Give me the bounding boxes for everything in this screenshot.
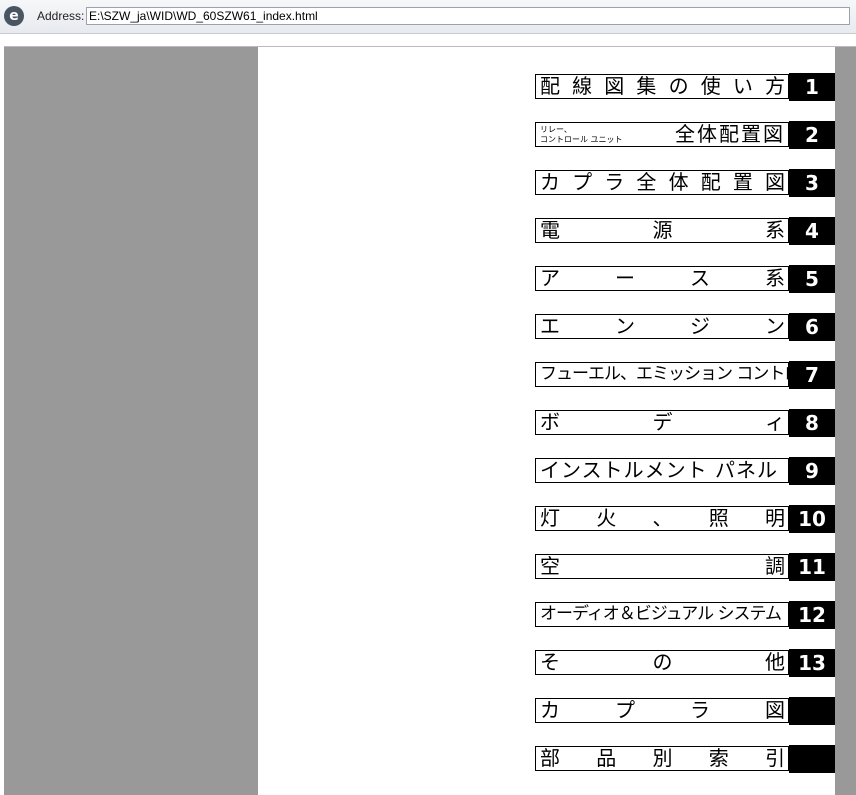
index-label-box: その他 <box>535 650 789 675</box>
index-label-box: 配線図集の使い方 <box>535 74 789 99</box>
index-label-box: ボディ <box>535 410 789 435</box>
index-label: カプラ全体配置図 <box>540 170 785 194</box>
index-tab-number[interactable]: 10 <box>789 505 835 533</box>
index-label-box: アース系 <box>535 266 789 291</box>
index-tab-number[interactable]: 11 <box>789 553 835 581</box>
index-tab-number[interactable]: 13 <box>789 649 835 677</box>
index-label-box: 電源系 <box>535 218 789 243</box>
index-tab-number[interactable]: 6 <box>789 313 835 341</box>
index-label: 灯火、照明 <box>540 506 785 530</box>
index-item-relay-layout[interactable]: リレー、 コントロール ユニット 全体配置図 2 <box>535 121 835 149</box>
index-label-box: インストルメント パネル <box>535 458 789 483</box>
index-tab-number[interactable]: 7 <box>789 361 835 389</box>
index-tab-blank[interactable] <box>789 697 835 725</box>
index-label: エンジン <box>540 314 785 338</box>
index-label: 配線図集の使い方 <box>540 74 785 98</box>
ie-browser-icon[interactable]: e <box>4 6 24 26</box>
index-item-fuel-emission[interactable]: フューエル、エミッション コントロール 7 <box>535 361 835 389</box>
index-label: 電源系 <box>540 218 785 242</box>
index-tab-number[interactable]: 5 <box>789 265 835 293</box>
index-label: フューエル、エミッション コントロール <box>540 364 788 384</box>
index-item-lighting[interactable]: 灯火、照明 10 <box>535 505 835 533</box>
index-item-usage-guide[interactable]: 配線図集の使い方 1 <box>535 73 835 101</box>
index-item-audio-visual[interactable]: オーディオ＆ビジュアル システム 12 <box>535 601 835 629</box>
index-tab-blank[interactable] <box>789 745 835 773</box>
index-label: 部品別索引 <box>540 746 785 770</box>
index-label-box: 空調 <box>535 554 789 579</box>
index-label: インストルメント パネル <box>540 458 778 482</box>
index-label-box: 灯火、照明 <box>535 506 789 531</box>
index-item-parts-index[interactable]: 部品別索引 <box>535 745 835 773</box>
index-tab-number[interactable]: 8 <box>789 409 835 437</box>
index-label-box: オーディオ＆ビジュアル システム <box>535 602 789 627</box>
index-label-box: 部品別索引 <box>535 746 789 771</box>
index-label: 全体配置図 <box>675 122 785 146</box>
index-label: ボディ <box>540 410 785 434</box>
index-item-others[interactable]: その他 13 <box>535 649 835 677</box>
browser-window: e Address: 配線図集の使い方 1 リレー、 コントロール ユニット 全… <box>0 0 856 795</box>
index-item-air-conditioning[interactable]: 空調 11 <box>535 553 835 581</box>
index-label-box: リレー、 コントロール ユニット 全体配置図 <box>535 122 789 147</box>
index-label: アース系 <box>540 266 785 290</box>
index-item-coupler-diagrams[interactable]: カプラ図 <box>535 697 835 725</box>
index-tab-number[interactable]: 9 <box>789 457 835 485</box>
index-label: 空調 <box>540 554 785 578</box>
page-viewport[interactable]: 配線図集の使い方 1 リレー、 コントロール ユニット 全体配置図 2 カプラ全… <box>4 46 856 795</box>
index-item-power-system[interactable]: 電源系 4 <box>535 217 835 245</box>
index-item-instrument-panel[interactable]: インストルメント パネル 9 <box>535 457 835 485</box>
index-label-box: カプラ全体配置図 <box>535 170 789 195</box>
index-item-engine[interactable]: エンジン 6 <box>535 313 835 341</box>
index-tab-number[interactable]: 2 <box>789 121 835 149</box>
index-label: カプラ図 <box>540 698 785 722</box>
index-label: オーディオ＆ビジュアル システム <box>540 604 782 624</box>
address-label: Address: <box>37 9 85 23</box>
index-label: その他 <box>540 650 785 674</box>
index-label-box: カプラ図 <box>535 698 789 723</box>
document-page: 配線図集の使い方 1 リレー、 コントロール ユニット 全体配置図 2 カプラ全… <box>258 47 835 795</box>
index-sub-label: リレー、 コントロール ユニット <box>540 125 623 144</box>
index-item-coupler-layout[interactable]: カプラ全体配置図 3 <box>535 169 835 197</box>
index-item-body[interactable]: ボディ 8 <box>535 409 835 437</box>
index-tab-number[interactable]: 1 <box>789 73 835 101</box>
index-item-ground-system[interactable]: アース系 5 <box>535 265 835 293</box>
address-toolbar: e Address: <box>0 0 856 34</box>
index-label-box: フューエル、エミッション コントロール <box>535 362 789 387</box>
address-input[interactable] <box>86 7 850 25</box>
index-tab-number[interactable]: 4 <box>789 217 835 245</box>
index-tab-number[interactable]: 3 <box>789 169 835 197</box>
index-label-box: エンジン <box>535 314 789 339</box>
index-tab-number[interactable]: 12 <box>789 601 835 629</box>
